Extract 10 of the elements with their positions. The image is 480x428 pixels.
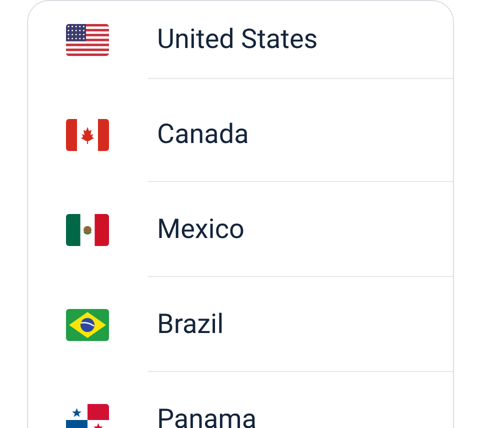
country-name[interactable]: Panama (157, 406, 257, 428)
flag-icon (66, 404, 108, 428)
country-name[interactable]: United States (157, 26, 318, 53)
country-name[interactable]: Brazil (157, 310, 224, 338)
flag-icon (66, 308, 108, 340)
flag-icon (66, 24, 108, 56)
flag-icon (66, 214, 108, 246)
country-name[interactable]: Canada (157, 120, 249, 148)
country-name[interactable]: Mexico (157, 216, 244, 242)
flag-icon (66, 118, 108, 150)
